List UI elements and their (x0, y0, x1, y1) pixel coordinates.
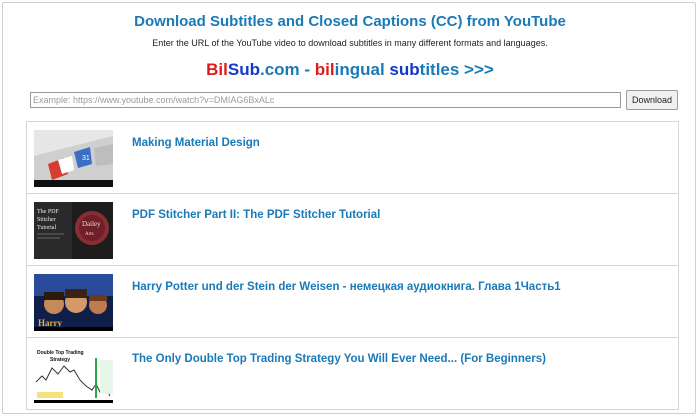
material-design-image: 31 (34, 130, 113, 187)
svg-text:Dailey: Dailey (82, 220, 101, 228)
material-design-thumbnail[interactable]: 31 (34, 130, 113, 187)
promo-part-ingual: ingual (334, 60, 390, 79)
pdf-stitcher-image: The PDF Stitcher Tutorial Dailey Arts (34, 202, 113, 259)
video-title-link[interactable]: Making Material Design (132, 137, 260, 149)
svg-text:Stitcher: Stitcher (37, 217, 56, 223)
promo-part-bil-2: bil (314, 60, 335, 79)
download-button[interactable]: Download (626, 90, 678, 110)
video-item[interactable]: Double Top Trading Strategy The Only Dou… (26, 338, 679, 410)
page-title: Download Subtitles and Closed Captions (… (134, 13, 566, 30)
video-title-link[interactable]: Harry Potter und der Stein der Weisen - … (132, 281, 561, 293)
promo-part-domain: .com - (260, 60, 315, 79)
svg-text:Harry: Harry (38, 318, 62, 328)
pdf-stitcher-thumbnail[interactable]: The PDF Stitcher Tutorial Dailey Arts (34, 202, 113, 259)
trading-chart-image: Double Top Trading Strategy (34, 346, 113, 403)
svg-text:Strategy: Strategy (50, 357, 70, 363)
svg-text:Double Top Trading: Double Top Trading (37, 350, 84, 356)
harry-potter-thumbnail[interactable]: Harry (34, 274, 113, 331)
page-subtitle: Enter the URL of the YouTube video to do… (152, 38, 548, 48)
promo-part-titles: titles >>> (419, 60, 494, 79)
video-title-link[interactable]: PDF Stitcher Part II: The PDF Stitcher T… (132, 209, 380, 221)
trading-strategy-thumbnail[interactable]: Double Top Trading Strategy (34, 346, 113, 403)
video-item[interactable]: Harry Harry Potter und der Stein der Wei… (26, 266, 679, 338)
bilsub-promo-link[interactable]: BilSub.com - bilingual subtitles >>> (0, 60, 700, 80)
video-item[interactable]: The PDF Stitcher Tutorial Dailey Arts PD… (26, 194, 679, 266)
video-item[interactable]: 31 Making Material Design (26, 122, 679, 194)
svg-text:Tutorial: Tutorial (37, 225, 56, 231)
svg-text:The PDF: The PDF (37, 209, 59, 215)
promo-part-bil: Bil (206, 60, 228, 79)
harry-potter-image: Harry (34, 274, 113, 331)
youtube-url-input[interactable] (30, 92, 621, 108)
video-title-link[interactable]: The Only Double Top Trading Strategy You… (132, 353, 546, 365)
svg-text:31: 31 (82, 155, 90, 162)
video-list: 31 Making Material Design The PDF Stitch… (26, 121, 679, 410)
promo-part-sub-2: sub (389, 60, 420, 79)
promo-part-sub: Sub (227, 60, 260, 79)
svg-text:Arts: Arts (85, 232, 94, 237)
